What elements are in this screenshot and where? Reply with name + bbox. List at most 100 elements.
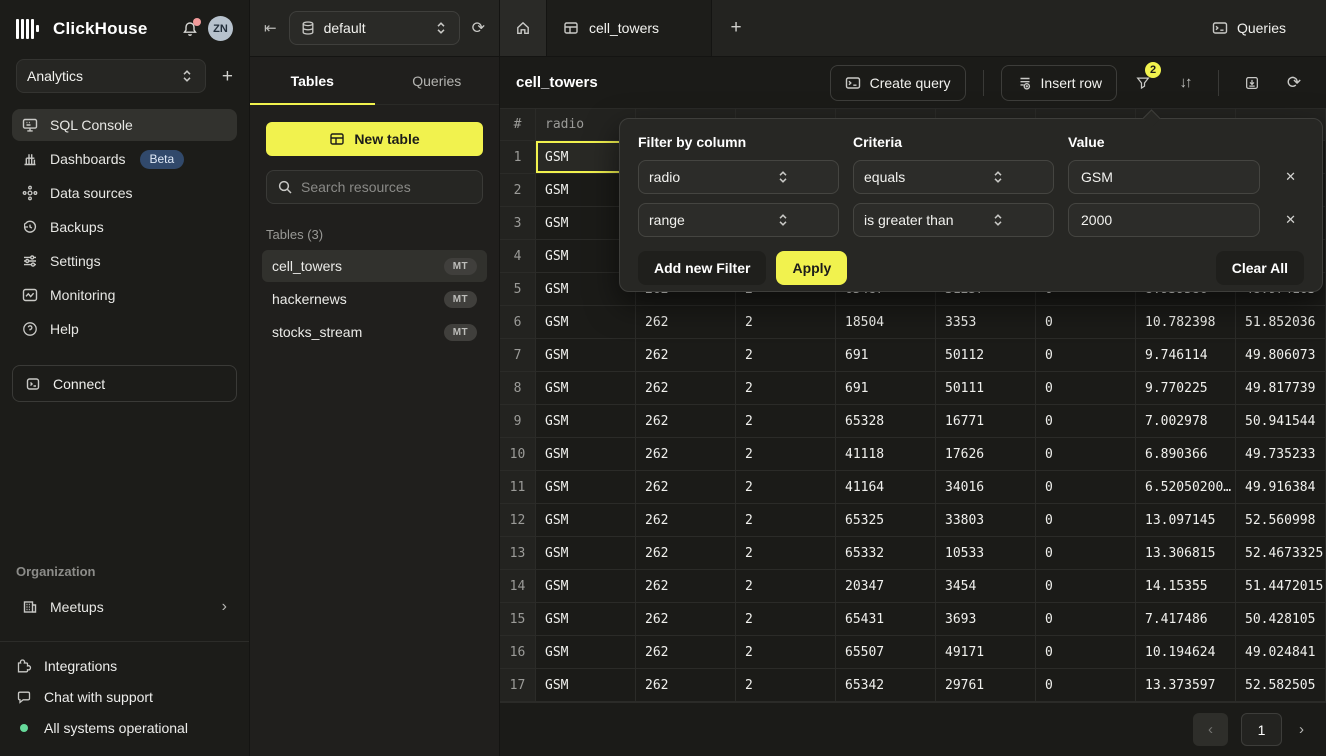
table-cell[interactable]: 2 [736, 570, 836, 603]
table-cell[interactable]: 52.560998 [1236, 504, 1326, 537]
workspace-selector[interactable]: Analytics [16, 59, 206, 93]
table-cell[interactable]: 2 [736, 306, 836, 339]
filter-value-input[interactable] [1068, 203, 1260, 237]
download-button[interactable] [1236, 67, 1268, 99]
table-cell[interactable]: 13.373597 [1136, 669, 1236, 702]
row-number-cell[interactable]: 12 [500, 504, 536, 537]
table-cell[interactable]: 50111 [936, 372, 1036, 405]
table-cell[interactable]: 3353 [936, 306, 1036, 339]
new-table-button[interactable]: New table [266, 122, 483, 156]
table-cell[interactable]: 65332 [836, 537, 936, 570]
refresh-tables-icon[interactable]: ⟳ [472, 18, 485, 38]
table-cell[interactable]: 3454 [936, 570, 1036, 603]
table-cell[interactable]: 49.735233 [1236, 438, 1326, 471]
table-cell[interactable]: 50.428105 [1236, 603, 1326, 636]
row-number-cell[interactable]: 15 [500, 603, 536, 636]
table-cell[interactable]: 0 [1036, 306, 1136, 339]
table-cell[interactable]: 65507 [836, 636, 936, 669]
table-cell[interactable]: 10.194624 [1136, 636, 1236, 669]
table-cell[interactable]: GSM [536, 372, 636, 405]
table-cell[interactable]: GSM [536, 603, 636, 636]
table-cell[interactable]: 2 [736, 669, 836, 702]
collapse-panel-icon[interactable]: ⇤ [264, 19, 277, 37]
table-cell[interactable]: 0 [1036, 339, 1136, 372]
table-cell[interactable]: 2 [736, 504, 836, 537]
table-cell[interactable]: 0 [1036, 669, 1136, 702]
table-cell[interactable]: 0 [1036, 372, 1136, 405]
table-cell[interactable]: 10.782398 [1136, 306, 1236, 339]
table-cell[interactable]: 20347 [836, 570, 936, 603]
row-number-cell[interactable]: 6 [500, 306, 536, 339]
table-cell[interactable]: 262 [636, 405, 736, 438]
database-selector[interactable]: default [289, 11, 460, 45]
table-list-item-stocks-stream[interactable]: stocks_streamMT [262, 316, 487, 348]
table-cell[interactable]: 7.002978 [1136, 405, 1236, 438]
table-cell[interactable]: 29761 [936, 669, 1036, 702]
sidebar-item-dashboards[interactable]: DashboardsBeta [12, 143, 237, 175]
table-cell[interactable]: 262 [636, 537, 736, 570]
sidebar-item-settings[interactable]: Settings [12, 245, 237, 277]
new-tab-button[interactable]: + [712, 0, 760, 56]
home-button[interactable] [500, 0, 547, 56]
table-cell[interactable]: GSM [536, 339, 636, 372]
refresh-data-button[interactable]: ⟳ [1278, 67, 1310, 99]
next-page-button[interactable]: › [1295, 721, 1308, 738]
table-cell[interactable]: GSM [536, 570, 636, 603]
table-cell[interactable]: 262 [636, 438, 736, 471]
table-cell[interactable]: 52.4673325 [1236, 537, 1326, 570]
table-list-item-cell-towers[interactable]: cell_towersMT [262, 250, 487, 282]
table-cell[interactable]: 49171 [936, 636, 1036, 669]
table-cell[interactable]: 51.4472015 [1236, 570, 1326, 603]
insert-row-button[interactable]: Insert row [1001, 65, 1117, 101]
table-cell[interactable]: 0 [1036, 537, 1136, 570]
table-cell[interactable]: 65342 [836, 669, 936, 702]
table-cell[interactable]: 49.817739 [1236, 372, 1326, 405]
table-cell[interactable]: 17626 [936, 438, 1036, 471]
table-cell[interactable]: 262 [636, 306, 736, 339]
remove-filter-button[interactable]: ✕ [1285, 169, 1296, 185]
table-cell[interactable]: GSM [536, 636, 636, 669]
table-cell[interactable]: 0 [1036, 471, 1136, 504]
filter-criteria-select[interactable]: equals [853, 160, 1054, 194]
table-cell[interactable]: 65431 [836, 603, 936, 636]
table-cell[interactable]: 13.097145 [1136, 504, 1236, 537]
sort-button[interactable]: ↓↑ [1169, 67, 1201, 99]
table-cell[interactable]: 2 [736, 405, 836, 438]
table-cell[interactable]: 0 [1036, 570, 1136, 603]
filter-column-select[interactable]: radio [638, 160, 839, 194]
table-cell[interactable]: 262 [636, 636, 736, 669]
footer-item-integrations[interactable]: Integrations [16, 658, 233, 674]
table-cell[interactable]: 65325 [836, 504, 936, 537]
row-number-cell[interactable]: 4 [500, 240, 536, 273]
apply-filters-button[interactable]: Apply [776, 251, 847, 285]
row-number-cell[interactable]: 16 [500, 636, 536, 669]
table-cell[interactable]: 262 [636, 372, 736, 405]
table-cell[interactable]: 34016 [936, 471, 1036, 504]
sidebar-item-help[interactable]: Help [12, 313, 237, 345]
sidebar-item-backups[interactable]: Backups [12, 211, 237, 243]
table-cell[interactable]: 262 [636, 603, 736, 636]
table-cell[interactable]: 0 [1036, 636, 1136, 669]
table-cell[interactable]: 0 [1036, 438, 1136, 471]
table-cell[interactable]: GSM [536, 669, 636, 702]
table-cell[interactable]: 2 [736, 438, 836, 471]
filter-button[interactable]: 2 [1127, 67, 1159, 99]
table-cell[interactable]: GSM [536, 537, 636, 570]
search-box[interactable] [266, 170, 483, 204]
footer-item-chat-with-support[interactable]: Chat with support [16, 689, 233, 705]
footer-item-all-systems-operational[interactable]: All systems operational [16, 720, 233, 736]
sidebar-item-sql-console[interactable]: SQL Console [12, 109, 237, 141]
row-number-cell[interactable]: 5 [500, 273, 536, 306]
tab-cell-towers[interactable]: cell_towers [547, 0, 712, 56]
row-number-cell[interactable]: 13 [500, 537, 536, 570]
row-number-cell[interactable]: 11 [500, 471, 536, 504]
table-cell[interactable]: 2 [736, 603, 836, 636]
notifications-bell-icon[interactable] [182, 21, 198, 37]
table-cell[interactable]: 262 [636, 669, 736, 702]
previous-page-button[interactable]: ‹ [1193, 713, 1228, 746]
tab-queries[interactable]: Queries [375, 57, 500, 104]
table-cell[interactable]: 691 [836, 372, 936, 405]
table-cell[interactable]: 16771 [936, 405, 1036, 438]
table-cell[interactable]: 6.52050200… [1136, 471, 1236, 504]
row-number-cell[interactable]: 1 [500, 141, 536, 174]
